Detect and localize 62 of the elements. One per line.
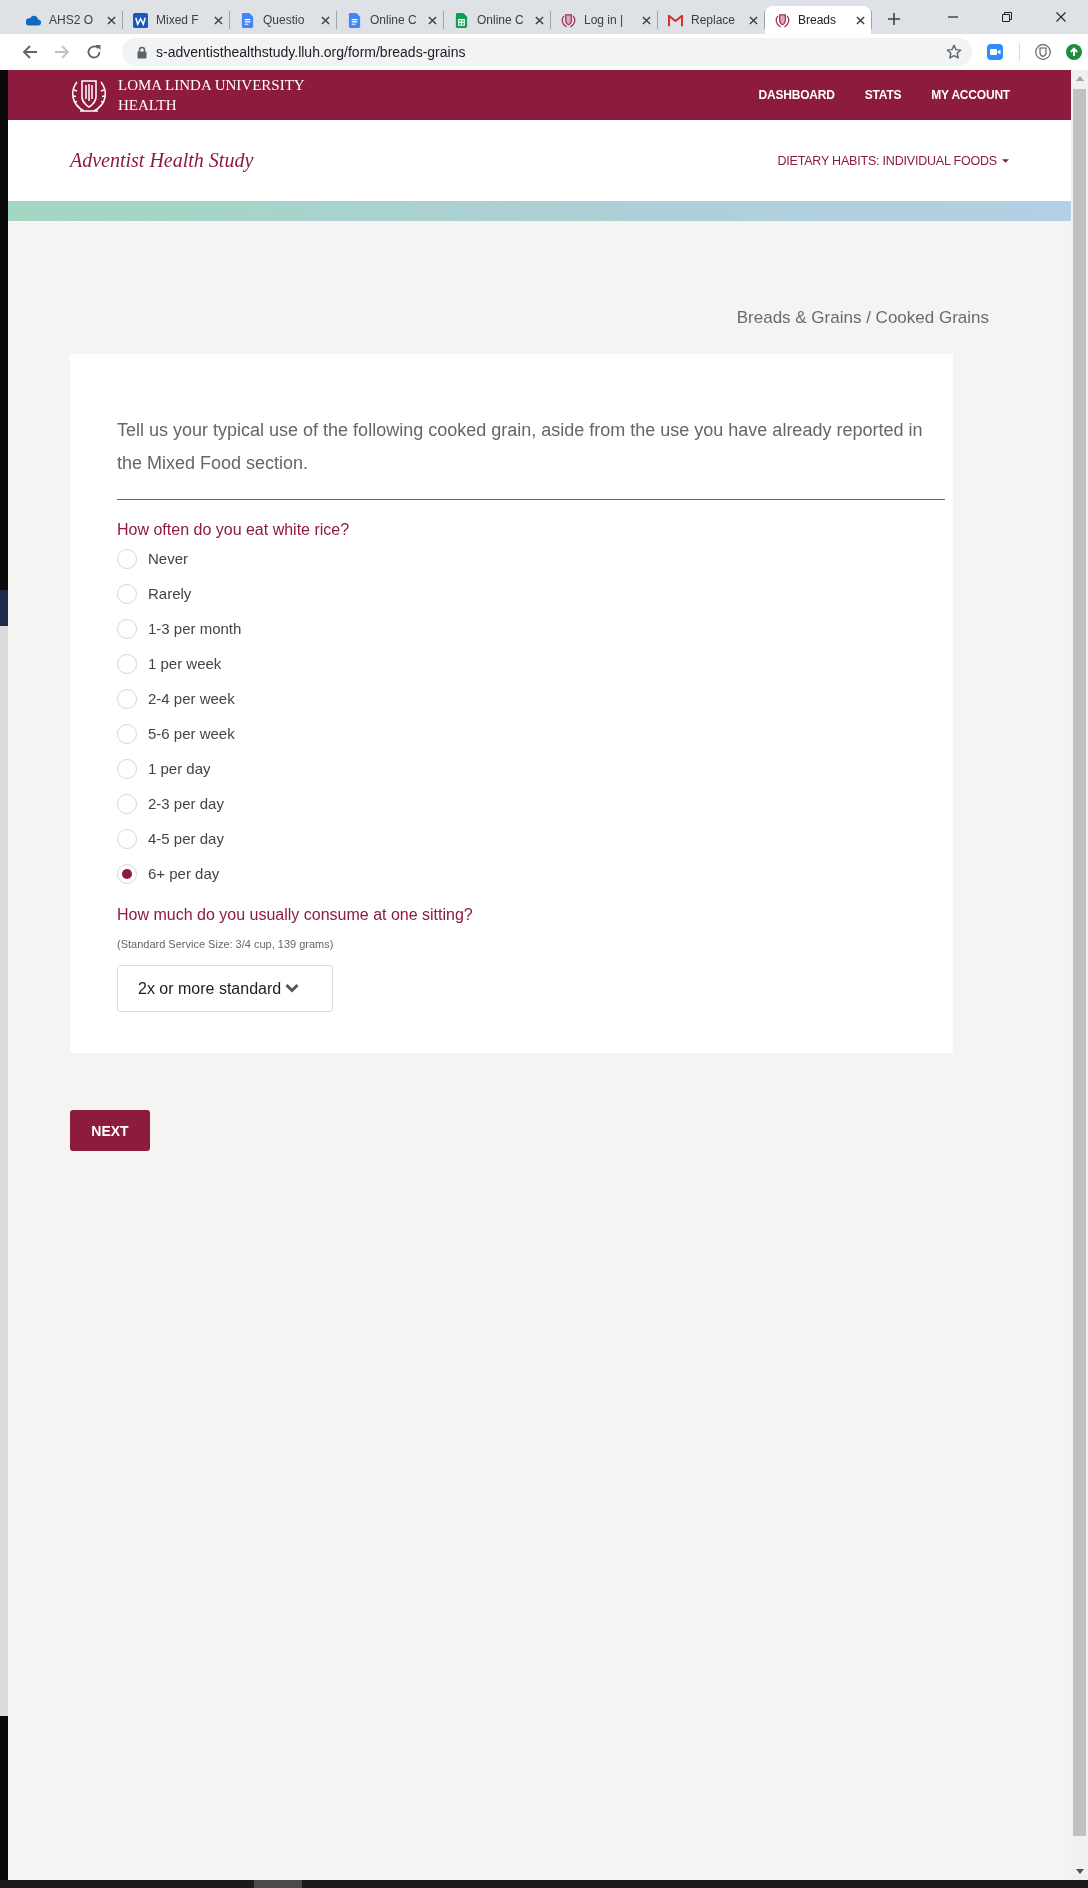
- close-icon[interactable]: [642, 15, 651, 25]
- back-icon[interactable]: [22, 44, 38, 60]
- scroll-down-icon[interactable]: [1075, 1869, 1084, 1874]
- nav-link[interactable]: MY ACCOUNT: [931, 88, 1010, 102]
- close-icon[interactable]: [749, 15, 758, 25]
- option-label[interactable]: 6+ per day: [148, 865, 220, 882]
- option-label[interactable]: Never: [148, 550, 188, 567]
- crest-icon: [561, 12, 576, 28]
- video-camera-icon[interactable]: [987, 44, 1003, 60]
- option-label[interactable]: 4-5 per day: [148, 830, 224, 847]
- browser-tab[interactable]: AHS2 O: [16, 6, 122, 34]
- caret-icon: [1002, 158, 1009, 163]
- option-label[interactable]: 5-6 per week: [148, 725, 235, 742]
- close-icon[interactable]: [214, 15, 223, 25]
- restore-icon[interactable]: [1002, 12, 1012, 22]
- study-title: Adventist Health Study: [70, 149, 254, 172]
- question-text: How often do you eat white rice?: [117, 520, 351, 540]
- reload-icon[interactable]: [86, 44, 102, 60]
- browser-tab[interactable]: Online C: [337, 6, 443, 34]
- browser-tab[interactable]: Mixed F: [123, 6, 229, 34]
- browser-tab[interactable]: Replace: [658, 6, 764, 34]
- intro-text: Tell us your typical use of the following cooked grain, aside from the use you have already reported in the Mixed Food section.: [117, 419, 924, 475]
- browser-tab[interactable]: Online C: [444, 6, 550, 34]
- option-label[interactable]: 2-4 per week: [148, 690, 235, 707]
- option-label[interactable]: 1 per day: [148, 760, 211, 777]
- plus-icon[interactable]: [888, 13, 900, 25]
- document-icon: [133, 12, 148, 28]
- browser-tab[interactable]: Log in |: [551, 6, 657, 34]
- portion-dropdown[interactable]: 2x or more standard: [117, 965, 333, 1012]
- close-icon[interactable]: [1056, 12, 1066, 22]
- document-icon: [240, 12, 255, 28]
- close-icon[interactable]: [535, 15, 544, 25]
- mail-icon: [668, 12, 683, 28]
- close-icon[interactable]: [107, 15, 116, 25]
- scrollbar[interactable]: [1071, 70, 1088, 1880]
- close-icon[interactable]: [321, 15, 330, 25]
- star-icon[interactable]: [946, 44, 962, 60]
- breadcrumb: Breads & Grains / Cooked Grains: [736, 308, 989, 327]
- crest-icon[interactable]: [1035, 44, 1051, 60]
- university-name: LOMA LINDA UNIVERSITY HEALTH: [118, 76, 306, 115]
- option-label[interactable]: 1 per week: [148, 655, 222, 672]
- option-label[interactable]: Rarely: [148, 585, 192, 602]
- question-text: How much do you usually consume at one sitting?: [117, 905, 474, 925]
- scrollbar-thumb[interactable]: [1073, 89, 1086, 1836]
- option-label[interactable]: 1-3 per month: [148, 620, 242, 637]
- next-button[interactable]: NEXT: [70, 1110, 150, 1151]
- chevron-down-icon: [285, 982, 300, 993]
- close-icon[interactable]: [428, 15, 437, 25]
- option-label[interactable]: 2-3 per day: [148, 795, 224, 812]
- crest-icon: [775, 12, 790, 28]
- serving-size-note: (Standard Service Size: 3/4 cup, 139 grams): [117, 937, 335, 952]
- spreadsheet-icon: [454, 12, 469, 28]
- address-bar[interactable]: s-adventisthealthstudy.lluh.org/form/breads-grains: [122, 38, 972, 66]
- browser-tab[interactable]: Breads: [765, 6, 871, 34]
- nav-link[interactable]: DASHBOARD: [758, 88, 835, 102]
- document-icon: [347, 12, 362, 28]
- nav-link[interactable]: STATS: [864, 88, 902, 102]
- close-icon[interactable]: [856, 15, 865, 25]
- upload-icon[interactable]: [1066, 44, 1082, 60]
- section-menu[interactable]: DIETARY HABITS: INDIVIDUAL FOODS: [777, 153, 1009, 168]
- browser-tab[interactable]: Questio: [230, 6, 336, 34]
- lock-icon: [137, 45, 147, 59]
